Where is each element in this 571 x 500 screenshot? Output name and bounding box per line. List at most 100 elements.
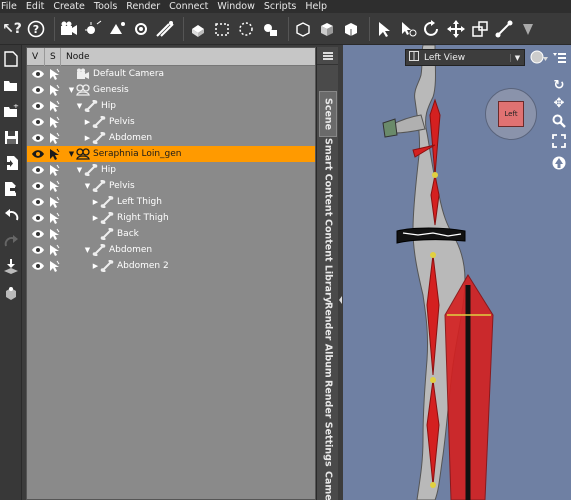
select-cursor-icon[interactable]: [47, 84, 61, 96]
scene-row[interactable]: ▶ Pelvis: [27, 114, 315, 130]
collapse-arrow-icon[interactable]: ▶: [91, 262, 100, 270]
scene-row[interactable]: ▶ Right Thigh: [27, 210, 315, 226]
select-cursor-icon[interactable]: [47, 260, 61, 272]
scene-row[interactable]: ▶ Abdomen: [27, 130, 315, 146]
scene-row[interactable]: ▼ Seraphnia Loin_gen: [27, 146, 315, 162]
menu-create[interactable]: Create: [53, 0, 85, 13]
chevron-down-icon[interactable]: [518, 18, 538, 40]
tab-scene[interactable]: Scene: [319, 91, 337, 137]
menu-scripts[interactable]: Scripts: [264, 0, 297, 13]
eye-icon[interactable]: [31, 100, 45, 112]
scene-node[interactable]: ▼ Abdomen: [83, 242, 152, 258]
save-icon[interactable]: [1, 127, 21, 147]
node-column-header[interactable]: Node: [61, 48, 315, 66]
eye-icon[interactable]: [31, 180, 45, 192]
viewport-menu-icon[interactable]: [551, 51, 567, 67]
universal-tool-icon[interactable]: [398, 18, 418, 40]
view-cube[interactable]: Left: [485, 88, 537, 140]
scene-row[interactable]: Default Camera: [27, 66, 315, 82]
import-icon[interactable]: [1, 153, 21, 173]
menu-edit[interactable]: Edit: [26, 0, 44, 13]
instance-icon[interactable]: [260, 18, 280, 40]
scene-node[interactable]: ▼ Seraphnia Loin_gen: [67, 146, 181, 162]
menu-help[interactable]: Help: [305, 0, 327, 13]
eye-icon[interactable]: [31, 116, 45, 128]
up-arrow-icon[interactable]: [551, 155, 567, 171]
view-selector[interactable]: Left View ▼: [405, 49, 525, 66]
zoom-icon[interactable]: [551, 113, 567, 129]
merge-file-icon[interactable]: +: [1, 101, 21, 121]
rotate-icon[interactable]: [422, 18, 442, 40]
eye-icon[interactable]: [31, 148, 45, 160]
collapse-arrow-icon[interactable]: ▶: [83, 118, 92, 126]
view-label[interactable]: Left View: [422, 53, 510, 63]
whats-this-icon[interactable]: ↖?: [2, 18, 22, 40]
tab-render-album[interactable]: Render Album: [319, 302, 337, 378]
eye-icon[interactable]: [31, 228, 45, 240]
scene-node[interactable]: ▶ Abdomen 2: [91, 258, 169, 274]
collapse-arrow-icon[interactable]: ▶: [91, 214, 100, 222]
scene-node[interactable]: ▼ Hip: [75, 162, 116, 178]
viewport[interactable]: Left View ▼ Left ↻ ✥: [343, 45, 571, 500]
expand-arrow-icon[interactable]: ▼: [83, 246, 92, 254]
frame-icon[interactable]: [551, 133, 567, 149]
scene-row[interactable]: Back: [27, 226, 315, 242]
select-cursor-icon[interactable]: [47, 148, 61, 160]
scene-node[interactable]: ▶ Left Thigh: [91, 194, 162, 210]
scale-icon[interactable]: [470, 18, 490, 40]
scene-node[interactable]: ▶ Abdomen: [83, 130, 152, 146]
tab-camera[interactable]: Came: [319, 471, 337, 500]
menu-connect[interactable]: Connect: [169, 0, 208, 13]
tab-render-settings[interactable]: Render Settings: [319, 380, 337, 467]
eye-icon[interactable]: [31, 164, 45, 176]
select-cursor-icon[interactable]: [47, 180, 61, 192]
undo-icon[interactable]: [1, 205, 21, 225]
new-light-icon[interactable]: [83, 18, 103, 40]
pane-menu-icon[interactable]: [317, 47, 338, 65]
expand-arrow-icon[interactable]: ▼: [67, 86, 76, 94]
tab-content-library[interactable]: Content Library: [319, 219, 337, 303]
expand-arrow-icon[interactable]: ▼: [75, 102, 84, 110]
new-file-icon[interactable]: [1, 49, 21, 69]
scene-node[interactable]: ▼ Pelvis: [83, 178, 135, 194]
menu-tools[interactable]: Tools: [94, 0, 117, 13]
scene-row[interactable]: ▶ Abdomen 2: [27, 258, 315, 274]
select-cursor-icon[interactable]: [47, 116, 61, 128]
cube-solid-icon[interactable]: [317, 18, 337, 40]
view-layout-icon[interactable]: [406, 51, 422, 64]
distant-light-icon[interactable]: [155, 18, 175, 40]
new-camera-icon[interactable]: [59, 18, 79, 40]
null-node-icon[interactable]: [236, 18, 256, 40]
scene-node[interactable]: ▶ Pelvis: [83, 114, 135, 130]
drop-to-floor-icon[interactable]: [1, 257, 21, 277]
eye-icon[interactable]: [31, 68, 45, 80]
visibility-column-header[interactable]: V: [27, 47, 45, 66]
expand-arrow-icon[interactable]: ▼: [67, 150, 76, 158]
chevron-down-icon[interactable]: ▼: [510, 53, 524, 62]
cube-wire-icon[interactable]: [293, 18, 313, 40]
orbit-icon[interactable]: ↻: [551, 77, 567, 93]
frame-selected-icon[interactable]: [1, 283, 21, 303]
scene-node[interactable]: Back: [91, 226, 139, 242]
eye-icon[interactable]: [31, 132, 45, 144]
select-cursor-icon[interactable]: [47, 212, 61, 224]
scene-row[interactable]: ▼ Genesis: [27, 82, 315, 98]
select-cursor-icon[interactable]: [47, 132, 61, 144]
menu-render[interactable]: Render: [126, 0, 160, 13]
scene-row[interactable]: ▶ Left Thigh: [27, 194, 315, 210]
scene-node[interactable]: ▼ Hip: [75, 98, 116, 114]
scene-row[interactable]: ▼ Hip: [27, 162, 315, 178]
scene-node[interactable]: Default Camera: [67, 66, 164, 82]
spotlight-icon[interactable]: [107, 18, 127, 40]
select-cursor-icon[interactable]: [47, 100, 61, 112]
scene-node[interactable]: ▼ Genesis: [67, 82, 129, 98]
select-cursor-icon[interactable]: [47, 68, 61, 80]
scene-node[interactable]: ▶ Right Thigh: [91, 210, 169, 226]
eye-icon[interactable]: [31, 84, 45, 96]
eye-icon[interactable]: [31, 196, 45, 208]
collapse-arrow-icon[interactable]: ▶: [83, 134, 92, 142]
eye-icon[interactable]: [31, 244, 45, 256]
select-cursor-icon[interactable]: [47, 244, 61, 256]
pan-icon[interactable]: ✥: [551, 95, 567, 111]
cube-render-icon[interactable]: [341, 18, 361, 40]
